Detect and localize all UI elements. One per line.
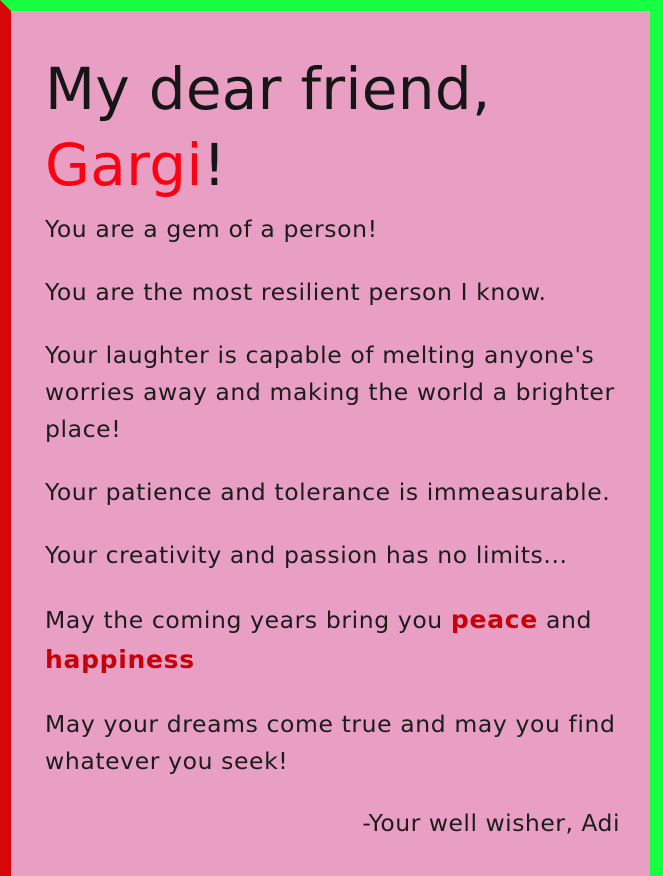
message-line-patience: Your patience and tolerance is immeasura… [45,478,611,506]
greeting-heading: My dear friend, Gargi! [45,51,620,203]
greeting-card: My dear friend, Gargi! You are a gem of … [0,0,663,876]
wish-highlight-happiness: happiness [45,645,195,674]
message-line-wish: May the coming years bring you peace and… [45,600,620,680]
message-line-resilient: You are the most resilient person I know… [45,278,547,306]
wish-prefix: May the coming years bring you [45,606,451,634]
greeting-exclamation: ! [202,131,227,199]
greeting-text: My dear friend, [45,55,491,123]
signature: -Your well wisher, Adi [362,809,620,837]
message-line-dreams: May your dreams come true and may you fi… [45,710,616,775]
message-line-laughter: Your laughter is capable of melting anyo… [45,341,615,443]
friend-name: Gargi [45,131,203,199]
wish-highlight-peace: peace [450,605,538,634]
message-line-gem: You are a gem of a person! [45,215,378,243]
message-line-creativity: Your creativity and passion has no limit… [45,541,568,569]
wish-middle: and [537,606,592,634]
